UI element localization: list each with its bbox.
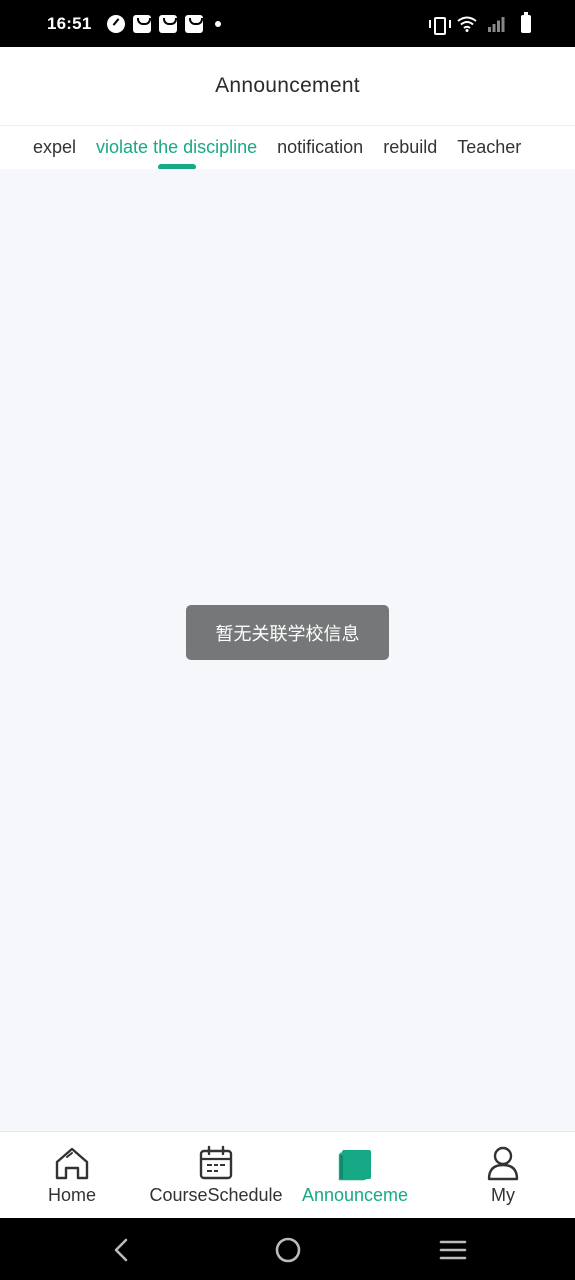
- menu-icon[interactable]: [438, 1235, 468, 1265]
- home-icon: [55, 1147, 89, 1180]
- tab-label: expel: [33, 137, 77, 157]
- nav-item-home[interactable]: Home: [40, 1132, 104, 1219]
- tab-label: violate the discipline: [96, 137, 258, 157]
- page-header: Announcement: [0, 47, 575, 125]
- tab-teacher[interactable]: Teacher: [457, 126, 521, 170]
- nav-item-course-schedule[interactable]: CourseSchedule: [146, 1132, 286, 1219]
- category-tabs: expel violate the discipline notificatio…: [0, 125, 575, 170]
- home-circle-icon[interactable]: [273, 1235, 303, 1265]
- wifi-icon: [457, 16, 477, 32]
- tab-expel[interactable]: expel: [33, 126, 76, 170]
- status-bar: 16:51: [0, 0, 575, 47]
- toast-text: 暂无关联学校信息: [215, 623, 360, 645]
- nav-label: My: [491, 1185, 515, 1205]
- nav-label: Announceme: [301, 1185, 409, 1205]
- tab-rebuild[interactable]: rebuild: [383, 126, 437, 170]
- tab-notification[interactable]: notification: [277, 126, 363, 170]
- tab-label: rebuild: [383, 137, 438, 157]
- vibrate-icon: [429, 16, 451, 35]
- toast-message: 暂无关联学校信息: [186, 605, 389, 660]
- status-time: 16:51: [47, 13, 92, 33]
- user-icon: [487, 1146, 519, 1181]
- status-notification-icons: [107, 14, 222, 33]
- announcement-list-area: 暂无关联学校信息: [0, 169, 575, 1131]
- nav-label: Home: [47, 1185, 96, 1205]
- tab-violate-the-discipline[interactable]: violate the discipline: [96, 126, 257, 170]
- nav-item-announcement[interactable]: Announceme: [299, 1132, 411, 1219]
- tab-label: notification: [277, 137, 364, 157]
- shopping-bag-icon: [185, 14, 204, 33]
- speedometer-icon: [107, 14, 126, 33]
- screen: 16:51 Announcement expel violate the dis…: [0, 0, 575, 1280]
- battery-icon: [521, 11, 531, 33]
- page-title: Announcement: [215, 74, 360, 97]
- nav-label: CourseSchedule: [149, 1185, 283, 1205]
- signal-icon: [488, 16, 505, 32]
- back-icon[interactable]: [107, 1235, 137, 1265]
- book-icon: [338, 1150, 371, 1181]
- bottom-nav: Home CourseSchedule Announceme My: [0, 1131, 575, 1218]
- shopping-bag-icon: [159, 14, 178, 33]
- system-nav-bar: [0, 1218, 575, 1280]
- shopping-bag-icon: [133, 14, 152, 33]
- dot-icon: [215, 20, 222, 27]
- tab-label: Teacher: [457, 137, 522, 157]
- status-system-icons: [429, 11, 531, 35]
- nav-item-my[interactable]: My: [480, 1132, 526, 1219]
- calendar-icon: [199, 1145, 233, 1180]
